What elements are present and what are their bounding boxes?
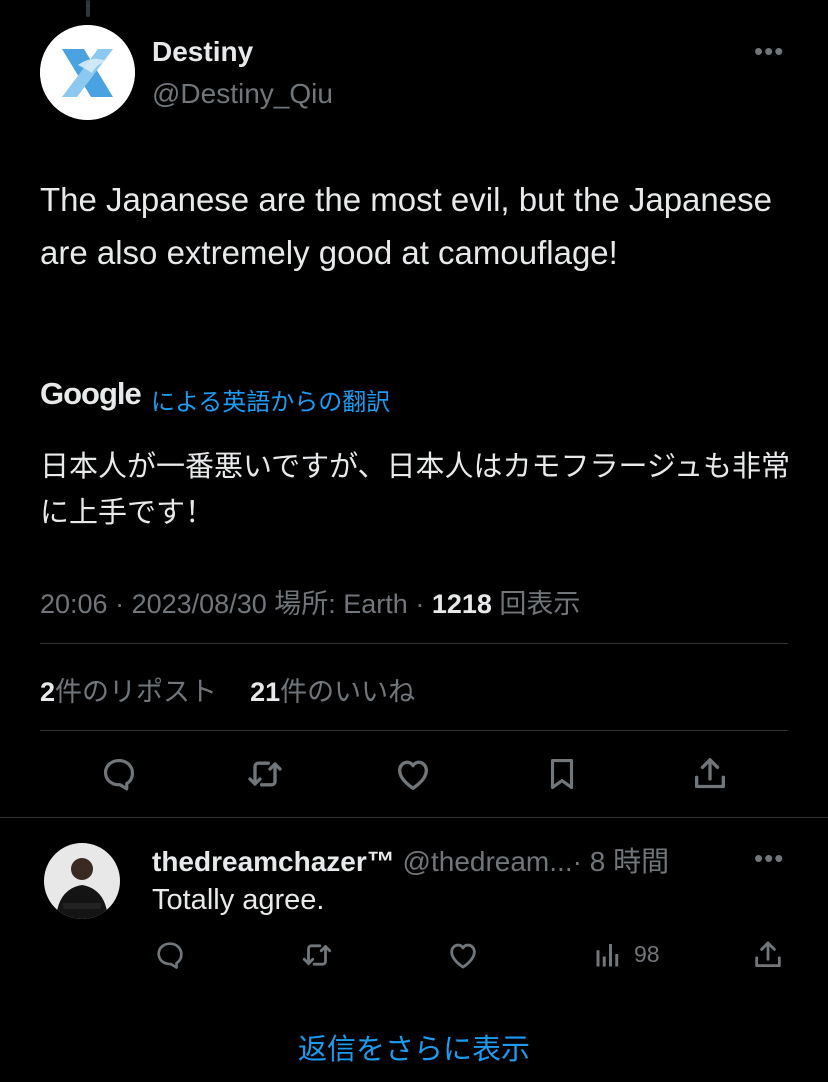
bookmark-button[interactable] <box>540 752 584 796</box>
repost-button[interactable] <box>243 752 287 796</box>
reply-author-handle[interactable]: @thedream... <box>403 846 573 877</box>
reply-time[interactable]: · 8 時間 <box>573 846 669 877</box>
share-icon <box>755 941 781 968</box>
thread-connector-line <box>86 0 90 17</box>
reply-views-button[interactable]: 98 <box>594 939 660 969</box>
translation-source-link[interactable]: による英語からの翻訳 <box>151 382 390 417</box>
share-button[interactable] <box>688 752 732 796</box>
reply-icon <box>103 758 135 791</box>
show-more-replies-link[interactable]: 返信をさらに表示 <box>0 1026 828 1068</box>
reposts-stat[interactable]: 2件のリポスト <box>40 677 225 707</box>
tweet-meta: 20:06 · 2023/08/30 場所: Earth · 1218 回表示 <box>40 582 580 621</box>
reply-header: thedreamchazer™ @thedream...· 8 時間 <box>152 840 669 880</box>
x-bird-logo-icon <box>40 25 135 120</box>
reposts-label: 件のリポスト <box>55 677 218 707</box>
tweet-text: The Japanese are the most evil, but the … <box>40 181 772 271</box>
reply-author-name[interactable]: thedreamchazer™ <box>152 846 395 877</box>
divider <box>40 643 788 644</box>
person-avatar-icon <box>44 843 120 919</box>
views-label: 回表示 <box>499 589 581 619</box>
heart-icon <box>450 943 476 969</box>
separator-dot: · <box>415 589 432 619</box>
analytics-icon <box>596 944 619 967</box>
likes-count: 21 <box>250 677 281 707</box>
views-count: 1218 <box>431 589 492 619</box>
author-name[interactable]: Destiny <box>152 36 253 68</box>
separator-dot: · <box>115 589 132 619</box>
author-handle[interactable]: @Destiny_Qiu <box>152 78 333 110</box>
reply-author-avatar[interactable] <box>44 843 120 919</box>
likes-label: 件のいいね <box>280 677 416 707</box>
reply-more-options-icon[interactable]: ••• <box>754 845 784 871</box>
reply-like-button[interactable] <box>443 935 483 975</box>
repost-icon <box>248 761 282 787</box>
google-logo: Google <box>40 376 142 411</box>
author-avatar[interactable] <box>40 25 135 120</box>
reply-reply-button[interactable] <box>150 935 190 975</box>
more-options-icon[interactable]: ••• <box>754 38 784 64</box>
bookmark-icon <box>550 758 574 790</box>
tweet-time[interactable]: 20:06 <box>40 589 108 619</box>
likes-stat[interactable]: 21件のいいね <box>250 677 415 707</box>
tweet-date[interactable]: 2023/08/30 <box>132 589 267 619</box>
reply-views-count: 98 <box>634 940 660 967</box>
tweet-location: 場所: Earth <box>274 589 408 619</box>
share-icon <box>695 758 725 789</box>
translated-text: 日本人が一番悪いですが、日本人はカモフラージュも非常に上手です！ <box>40 451 790 529</box>
tweet-stats: 2件のリポスト 21件のいいね <box>40 670 415 709</box>
reply-repost-button[interactable] <box>297 935 337 975</box>
reply-text: Totally agree. <box>152 884 325 916</box>
reply-button[interactable] <box>97 752 141 796</box>
divider <box>40 730 788 731</box>
like-button[interactable] <box>391 752 435 796</box>
heart-icon <box>398 760 428 790</box>
reposts-count: 2 <box>40 677 56 707</box>
reply-icon <box>157 942 183 969</box>
divider <box>0 817 828 818</box>
reply-share-button[interactable] <box>748 935 788 975</box>
repost-icon <box>302 944 332 966</box>
